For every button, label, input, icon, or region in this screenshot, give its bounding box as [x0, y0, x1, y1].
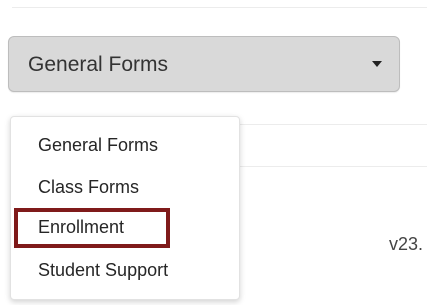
form-category-select[interactable]: General Forms [8, 36, 400, 92]
version-label: v23. [389, 234, 424, 254]
background-divider [240, 124, 427, 125]
menu-item-student-support[interactable]: Student Support [38, 259, 168, 281]
dropdown-menu: General Forms Class Forms Enrollment Stu… [10, 116, 240, 300]
top-divider [12, 7, 427, 8]
menu-item-enrollment[interactable]: Enrollment [38, 216, 124, 238]
select-value: General Forms [28, 53, 169, 76]
background-divider [240, 166, 427, 167]
caret-down-icon [372, 61, 382, 67]
menu-item-general-forms[interactable]: General Forms [38, 134, 158, 156]
menu-item-class-forms[interactable]: Class Forms [38, 176, 139, 198]
